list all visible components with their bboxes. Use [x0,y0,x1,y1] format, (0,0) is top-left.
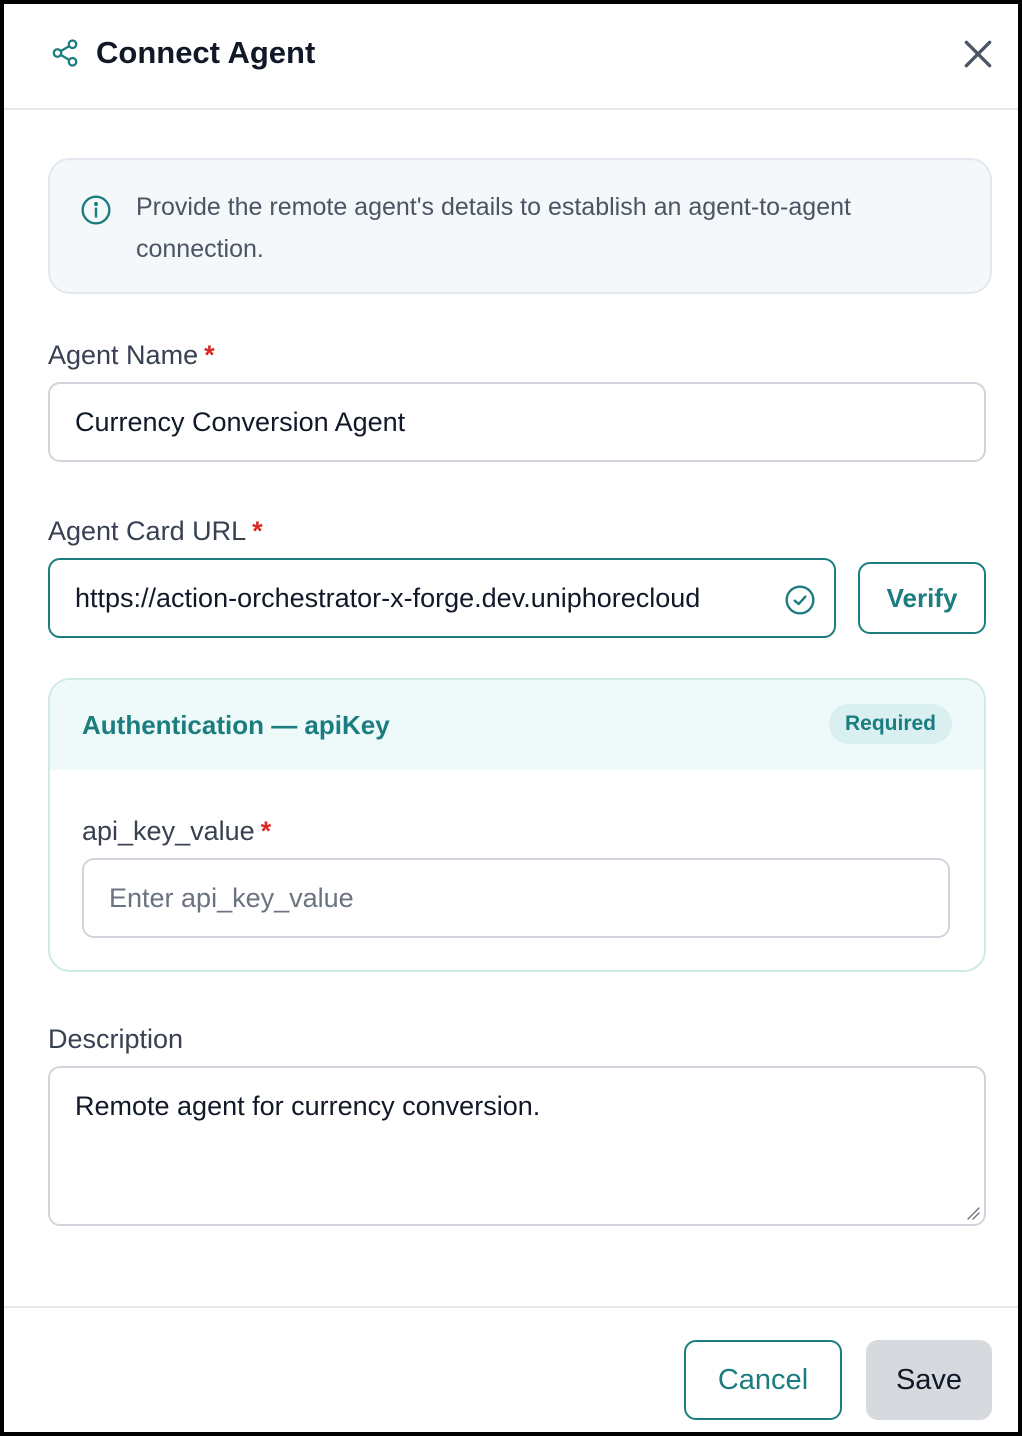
agent-card-url-label-text: Agent Card URL [48,516,247,546]
verify-button[interactable]: Verify [858,562,986,634]
agent-card-url-label: Agent Card URL * [48,514,263,548]
info-text: Provide the remote agent's details to es… [136,193,851,263]
required-badge: Required [828,704,952,744]
info-banner: Provide the remote agent's details to es… [48,158,992,294]
agent-name-input[interactable]: Currency Conversion Agent [48,382,986,462]
agent-name-value: Currency Conversion Agent [75,406,406,437]
required-mark: * [260,816,272,846]
cancel-button[interactable]: Cancel [684,1340,842,1420]
info-icon [81,195,111,225]
dialog-header: Connect Agent [4,4,1018,110]
authentication-header: Authentication — apiKey Required [50,680,984,770]
description-textarea[interactable]: Remote agent for currency conversion. [48,1066,986,1226]
description-label: Description [48,1024,184,1054]
api-key-placeholder: Enter api_key_value [109,882,354,913]
api-key-label-text: api_key_value [82,816,255,846]
agent-name-label: Agent Name * [48,338,215,372]
share-icon [52,39,78,67]
agent-card-url-value: https://action-orchestrator-x-forge.dev.… [75,582,701,613]
dialog-title: Connect Agent [96,35,316,70]
api-key-input[interactable]: Enter api_key_value [82,858,950,938]
footer-divider [4,1306,1018,1308]
authentication-title: Authentication — apiKey [82,710,390,740]
save-button[interactable]: Save [866,1340,992,1420]
check-circle-icon [785,585,815,615]
api-key-label: api_key_value * [82,814,271,848]
resize-grip-icon[interactable] [966,1206,980,1220]
agent-card-url-input[interactable]: https://action-orchestrator-x-forge.dev.… [48,558,836,638]
agent-name-label-text: Agent Name [48,340,199,370]
required-mark: * [252,516,263,546]
authentication-panel: Authentication — apiKey Required api_key… [48,678,986,972]
required-mark: * [204,340,215,370]
close-icon[interactable] [958,34,998,74]
connect-agent-dialog: Connect Agent Provide the remote agent's… [0,0,1022,1436]
description-value: Remote agent for currency conversion. [75,1091,541,1121]
